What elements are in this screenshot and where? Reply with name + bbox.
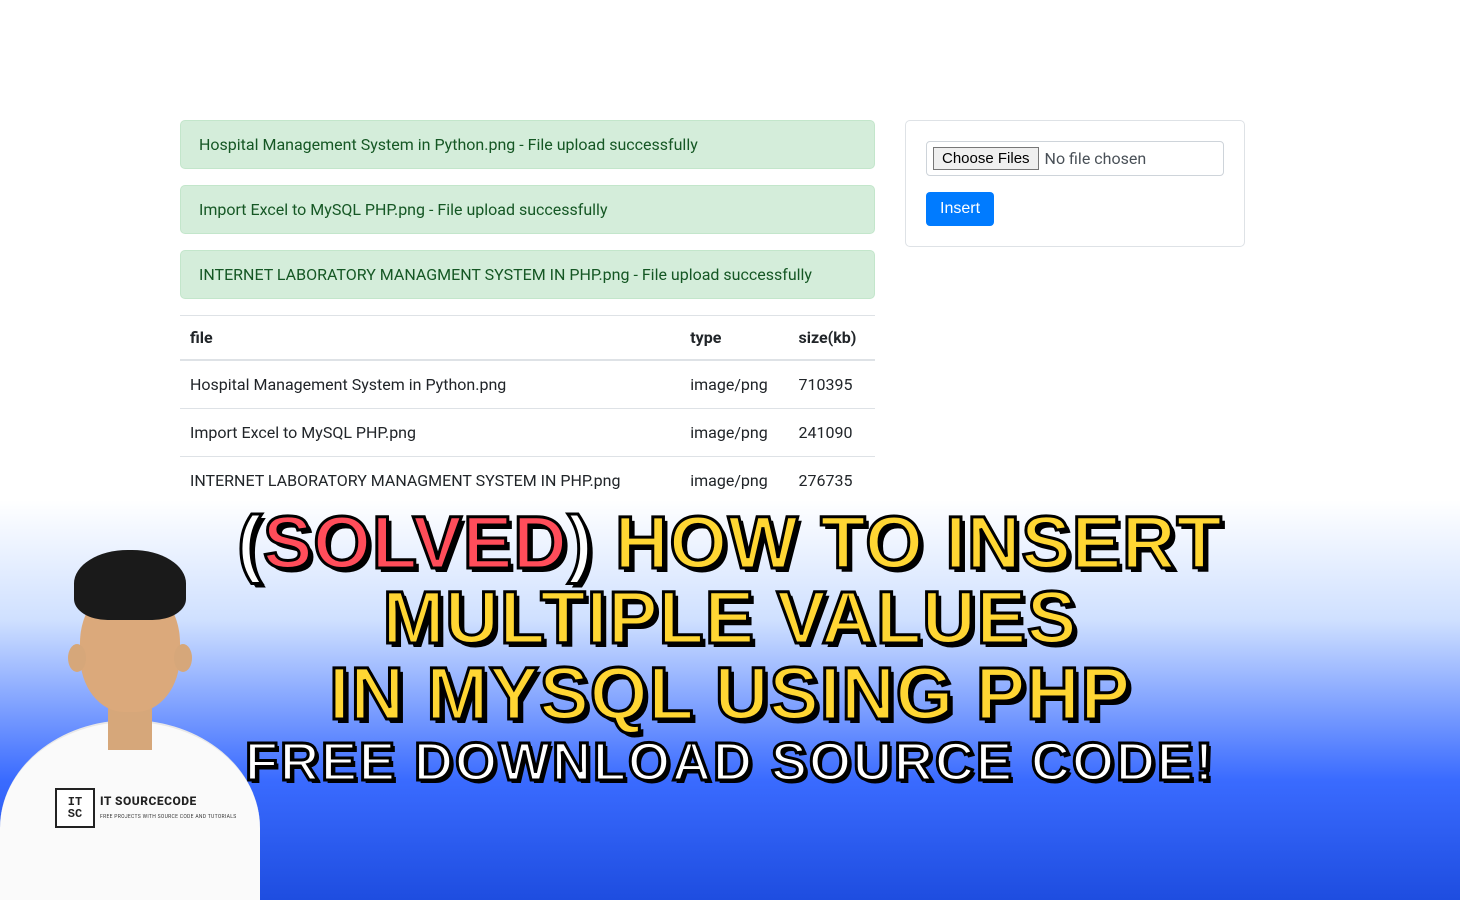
cell-size: 241090 bbox=[789, 409, 876, 457]
table-row: INTERNET LABORATORY MANAGMENT SYSTEM IN … bbox=[180, 457, 875, 505]
cell-file: Import Excel to MySQL PHP.png bbox=[180, 409, 680, 457]
cell-type: image/png bbox=[680, 409, 788, 457]
shirt-logo-icon: IT SC bbox=[55, 788, 95, 828]
alert-success: INTERNET LABORATORY MANAGMENT SYSTEM IN … bbox=[180, 250, 875, 299]
table-row: Import Excel to MySQL PHP.png image/png … bbox=[180, 409, 875, 457]
headline-paren-close: ) bbox=[568, 501, 594, 584]
cell-type: image/png bbox=[680, 457, 788, 505]
hair bbox=[74, 550, 186, 620]
alert-success: Import Excel to MySQL PHP.png - File upl… bbox=[180, 185, 875, 234]
person-graphic: IT SC IT SOURCECODE FREE PROJECTS WITH S… bbox=[0, 540, 260, 900]
cell-file: INTERNET LABORATORY MANAGMENT SYSTEM IN … bbox=[180, 457, 680, 505]
left-column: Hospital Management System in Python.png… bbox=[180, 120, 875, 504]
table-row: Hospital Management System in Python.png… bbox=[180, 360, 875, 409]
shirt-brand-text: IT SOURCECODE bbox=[100, 794, 197, 808]
cell-size: 276735 bbox=[789, 457, 876, 505]
main-content: Hospital Management System in Python.png… bbox=[0, 0, 1460, 504]
table-header-row: file type size(kb) bbox=[180, 316, 875, 361]
col-size: size(kb) bbox=[789, 316, 876, 361]
headline-solved: SOLVED bbox=[263, 501, 568, 584]
headline-line3: IN MYSQL USING PHP bbox=[329, 652, 1131, 735]
choose-files-button[interactable]: Choose Files bbox=[933, 147, 1039, 170]
cell-file: Hospital Management System in Python.png bbox=[180, 360, 680, 409]
cell-type: image/png bbox=[680, 360, 788, 409]
cell-size: 710395 bbox=[789, 360, 876, 409]
alert-success: Hospital Management System in Python.png… bbox=[180, 120, 875, 169]
ear-left bbox=[68, 644, 86, 672]
headline-line2: MULTIPLE VALUES bbox=[383, 576, 1078, 659]
file-status-text: No file chosen bbox=[1045, 149, 1147, 168]
shirt-tagline: FREE PROJECTS WITH SOURCE CODE AND TUTOR… bbox=[100, 814, 236, 820]
col-type: type bbox=[680, 316, 788, 361]
logo-line2: SC bbox=[68, 808, 82, 820]
insert-button[interactable]: Insert bbox=[926, 192, 994, 226]
file-input[interactable]: Choose Files No file chosen bbox=[926, 141, 1224, 176]
headline-line1-rest: HOW TO INSERT bbox=[593, 501, 1222, 584]
ear-right bbox=[174, 644, 192, 672]
upload-card: Choose Files No file chosen Insert bbox=[905, 120, 1245, 247]
files-table: file type size(kb) Hospital Management S… bbox=[180, 315, 875, 504]
col-file: file bbox=[180, 316, 680, 361]
